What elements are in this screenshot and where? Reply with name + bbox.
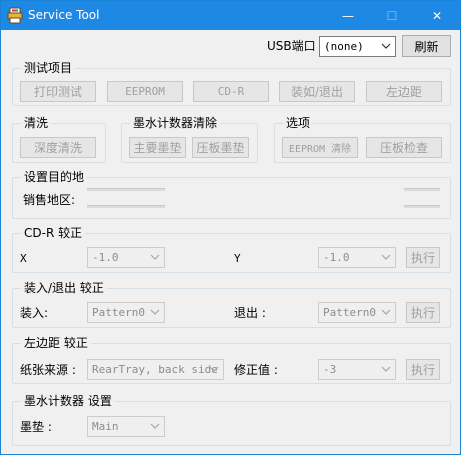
- pad-value: Main: [92, 420, 119, 433]
- eeprom-clear-button[interactable]: EEPROM 清除: [282, 137, 358, 158]
- usb-port-label: USB端口: [267, 39, 316, 53]
- cdr-x-select[interactable]: -1.0: [87, 247, 165, 268]
- chevron-down-icon: [381, 254, 391, 260]
- left-margin-adjust-title: 左边距 较正: [21, 336, 91, 351]
- usb-port-select[interactable]: (none): [319, 36, 396, 57]
- chevron-down-icon: [150, 309, 160, 315]
- cdr-button[interactable]: CD-R: [193, 81, 269, 102]
- minimize-button[interactable]: —: [325, 1, 371, 30]
- left-margin-button[interactable]: 左边距: [366, 81, 442, 102]
- eject-pattern-select[interactable]: Pattern0: [318, 302, 396, 323]
- cleaning-title: 清洗: [21, 116, 52, 131]
- ink-counter-settings-group: 墨水计数器 设置: [12, 394, 451, 446]
- usb-port-value: (none): [324, 40, 364, 53]
- cdr-y-value: -1.0: [323, 251, 350, 264]
- main-pad-button[interactable]: 主要墨垫: [129, 137, 186, 158]
- region-label: 销售地区:: [23, 193, 76, 207]
- refresh-button[interactable]: 刷新: [402, 35, 451, 57]
- eject-pattern-value: Pattern0: [323, 306, 376, 319]
- chevron-down-icon: [150, 423, 160, 429]
- paper-source-label: 纸张来源 :: [20, 363, 76, 377]
- load-label: 装入:: [20, 306, 49, 320]
- chevron-down-icon: [381, 309, 391, 315]
- region-field-bottom: [87, 205, 165, 208]
- close-button[interactable]: ✕: [414, 1, 460, 30]
- pad-select[interactable]: Main: [87, 416, 165, 437]
- paper-source-value: RearTray, back side: [92, 363, 218, 376]
- window-title: Service Tool: [28, 8, 100, 22]
- options-title: 选项: [283, 116, 314, 131]
- chevron-down-icon: [381, 366, 391, 372]
- cdr-y-label: Y: [234, 252, 241, 265]
- left-margin-execute-button[interactable]: 执行: [406, 359, 440, 380]
- correction-value: -3: [323, 363, 337, 376]
- chevron-down-icon: [381, 43, 391, 49]
- cdr-adjust-title: CD-R 较正: [21, 226, 86, 241]
- correction-label: 修正值 :: [234, 363, 278, 377]
- platen-check-button[interactable]: 压板检查: [366, 137, 442, 158]
- destination-group: 设置目的地: [12, 170, 451, 219]
- load-eject-button[interactable]: 装如/退出: [279, 81, 355, 102]
- paper-source-select[interactable]: RearTray, back side: [87, 359, 224, 380]
- chevron-down-icon: [209, 366, 219, 372]
- close-icon: ✕: [431, 8, 443, 23]
- region-side-bar-bottom: [404, 205, 440, 208]
- correction-select[interactable]: -3: [318, 359, 396, 380]
- load-pattern-select[interactable]: Pattern0: [87, 302, 165, 323]
- ink-counter-settings-title: 墨水计数器 设置: [21, 394, 115, 409]
- eeprom-button[interactable]: EEPROM: [107, 81, 183, 102]
- service-tool-window: Service Tool — ☐ ✕ USB端口 (none) 刷新 测试项目 …: [0, 0, 461, 455]
- region-side-bar-top: [404, 188, 440, 191]
- platen-pad-button[interactable]: 压板墨垫: [192, 137, 249, 158]
- title-bar[interactable]: Service Tool — ☐ ✕: [1, 1, 460, 30]
- chevron-down-icon: [150, 254, 160, 260]
- destination-title: 设置目的地: [21, 170, 88, 185]
- cdr-x-value: -1.0: [92, 251, 119, 264]
- cdr-x-label: X: [20, 252, 27, 265]
- minimize-icon: —: [342, 8, 354, 23]
- pad-label: 墨垫 :: [20, 420, 52, 434]
- cdr-y-select[interactable]: -1.0: [318, 247, 396, 268]
- maximize-button[interactable]: ☐: [369, 1, 415, 30]
- print-test-button[interactable]: 打印测试: [20, 81, 96, 102]
- eject-label: 退出 :: [234, 306, 266, 320]
- printer-app-icon: [7, 7, 23, 24]
- deep-clean-button[interactable]: 深度清洗: [20, 137, 96, 158]
- test-items-title: 测试项目: [21, 61, 76, 76]
- cdr-execute-button[interactable]: 执行: [406, 247, 440, 268]
- region-field-top: [87, 188, 165, 191]
- maximize-icon: ☐: [386, 8, 398, 23]
- load-eject-execute-button[interactable]: 执行: [406, 302, 440, 323]
- load-eject-adjust-title: 装入/退出 较正: [21, 281, 107, 296]
- ink-counter-clear-title: 墨水计数器清除: [130, 116, 221, 131]
- load-pattern-value: Pattern0: [92, 306, 145, 319]
